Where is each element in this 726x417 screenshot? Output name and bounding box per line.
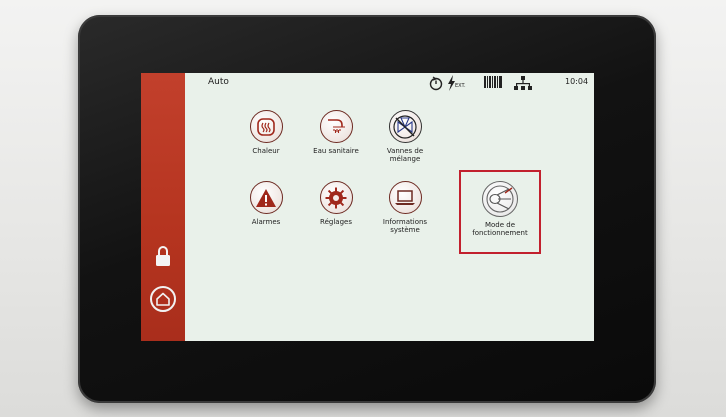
laptop-icon bbox=[388, 181, 422, 214]
tile-alarmes[interactable]: Alarmes bbox=[226, 181, 306, 226]
heat-icon bbox=[249, 110, 283, 143]
barcode-icon bbox=[484, 76, 502, 88]
tile-label: Chaleur bbox=[252, 147, 280, 155]
home-button[interactable] bbox=[150, 286, 176, 312]
tile-vannes-de-melange[interactable]: Vannes de mélange bbox=[365, 110, 445, 163]
gear-icon bbox=[319, 181, 353, 214]
mode-indicator: Auto bbox=[208, 77, 229, 87]
tile-label: Alarmes bbox=[251, 218, 281, 226]
sidebar bbox=[141, 73, 185, 341]
home-icon bbox=[156, 292, 170, 306]
tile-informations-systeme[interactable]: Informations système bbox=[365, 181, 445, 234]
ext-label: EXT. bbox=[455, 83, 466, 89]
lock-icon[interactable] bbox=[155, 245, 171, 267]
network-icon bbox=[514, 76, 532, 90]
tile-label: Informations système bbox=[382, 218, 428, 234]
shower-icon bbox=[319, 110, 353, 143]
tile-label: Réglages bbox=[320, 218, 352, 226]
clock: 10:04 bbox=[565, 77, 589, 86]
tile-label: Eau sanitaire bbox=[313, 147, 359, 155]
mixing-valve-icon bbox=[388, 110, 422, 143]
highlight-box bbox=[459, 170, 541, 254]
timer-icon bbox=[429, 76, 443, 91]
tile-chaleur[interactable]: Chaleur bbox=[226, 110, 306, 155]
tile-label: Vannes de mélange bbox=[386, 147, 424, 163]
tile-reglages[interactable]: Réglages bbox=[296, 181, 376, 226]
tile-eau-sanitaire[interactable]: Eau sanitaire bbox=[296, 110, 376, 155]
warning-icon bbox=[249, 181, 283, 214]
